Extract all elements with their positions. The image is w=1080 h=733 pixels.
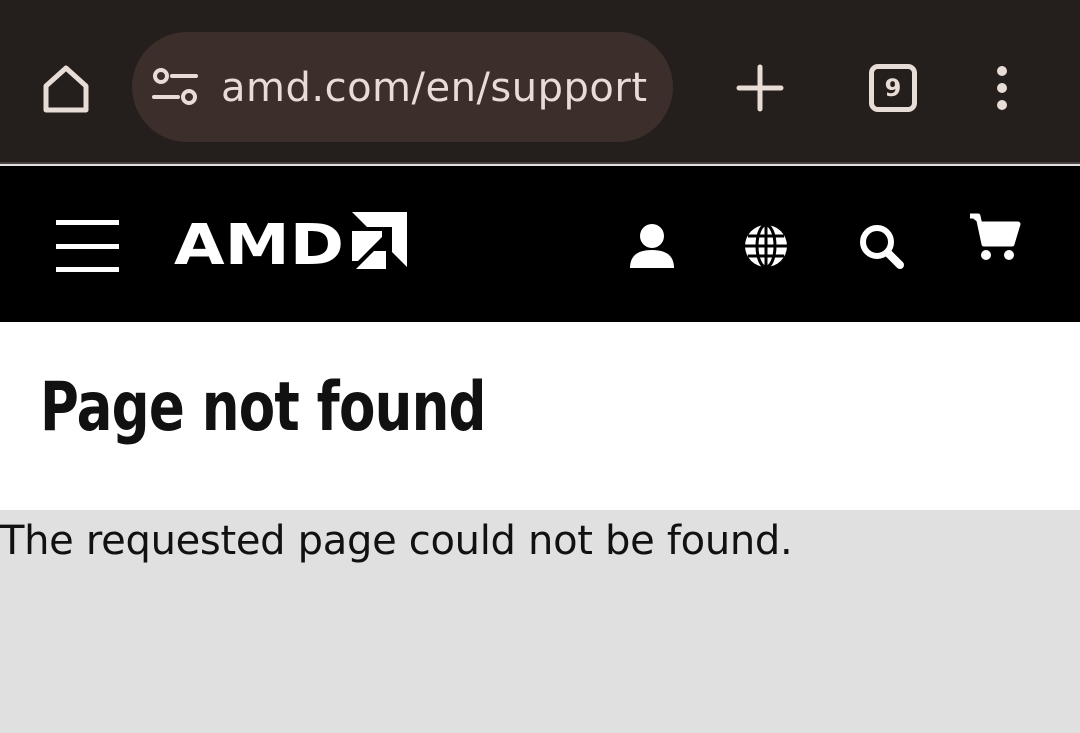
amd-logo[interactable]: AMD — [174, 212, 410, 272]
page-title: Page not found — [40, 368, 487, 447]
menu-icon[interactable] — [56, 220, 120, 272]
home-icon — [43, 65, 89, 113]
address-bar[interactable]: amd.com/en/support — [132, 32, 673, 142]
tab-count: 9 — [869, 64, 917, 112]
home-button[interactable] — [30, 52, 102, 124]
content-area: The requested page could not be found. — [0, 510, 1080, 733]
more-vert-icon — [997, 66, 1007, 110]
search-icon[interactable] — [854, 218, 910, 274]
globe-icon[interactable] — [738, 218, 794, 274]
cart-icon[interactable] — [966, 210, 1022, 266]
plus-icon — [736, 64, 784, 112]
new-tab-button[interactable] — [724, 52, 796, 124]
user-icon[interactable] — [624, 218, 680, 274]
svg-text:AMD: AMD — [174, 213, 344, 272]
browser-menu-button[interactable] — [972, 52, 1032, 124]
browser-toolbar: amd.com/en/support 9 — [0, 0, 1080, 164]
url-text[interactable]: amd.com/en/support — [221, 58, 651, 118]
site-header: AMD — [0, 166, 1080, 322]
title-section: Page not found — [0, 322, 1080, 510]
error-message: The requested page could not be found. — [0, 518, 793, 564]
site-settings-icon — [152, 68, 198, 105]
tab-switcher-button[interactable]: 9 — [857, 52, 929, 124]
